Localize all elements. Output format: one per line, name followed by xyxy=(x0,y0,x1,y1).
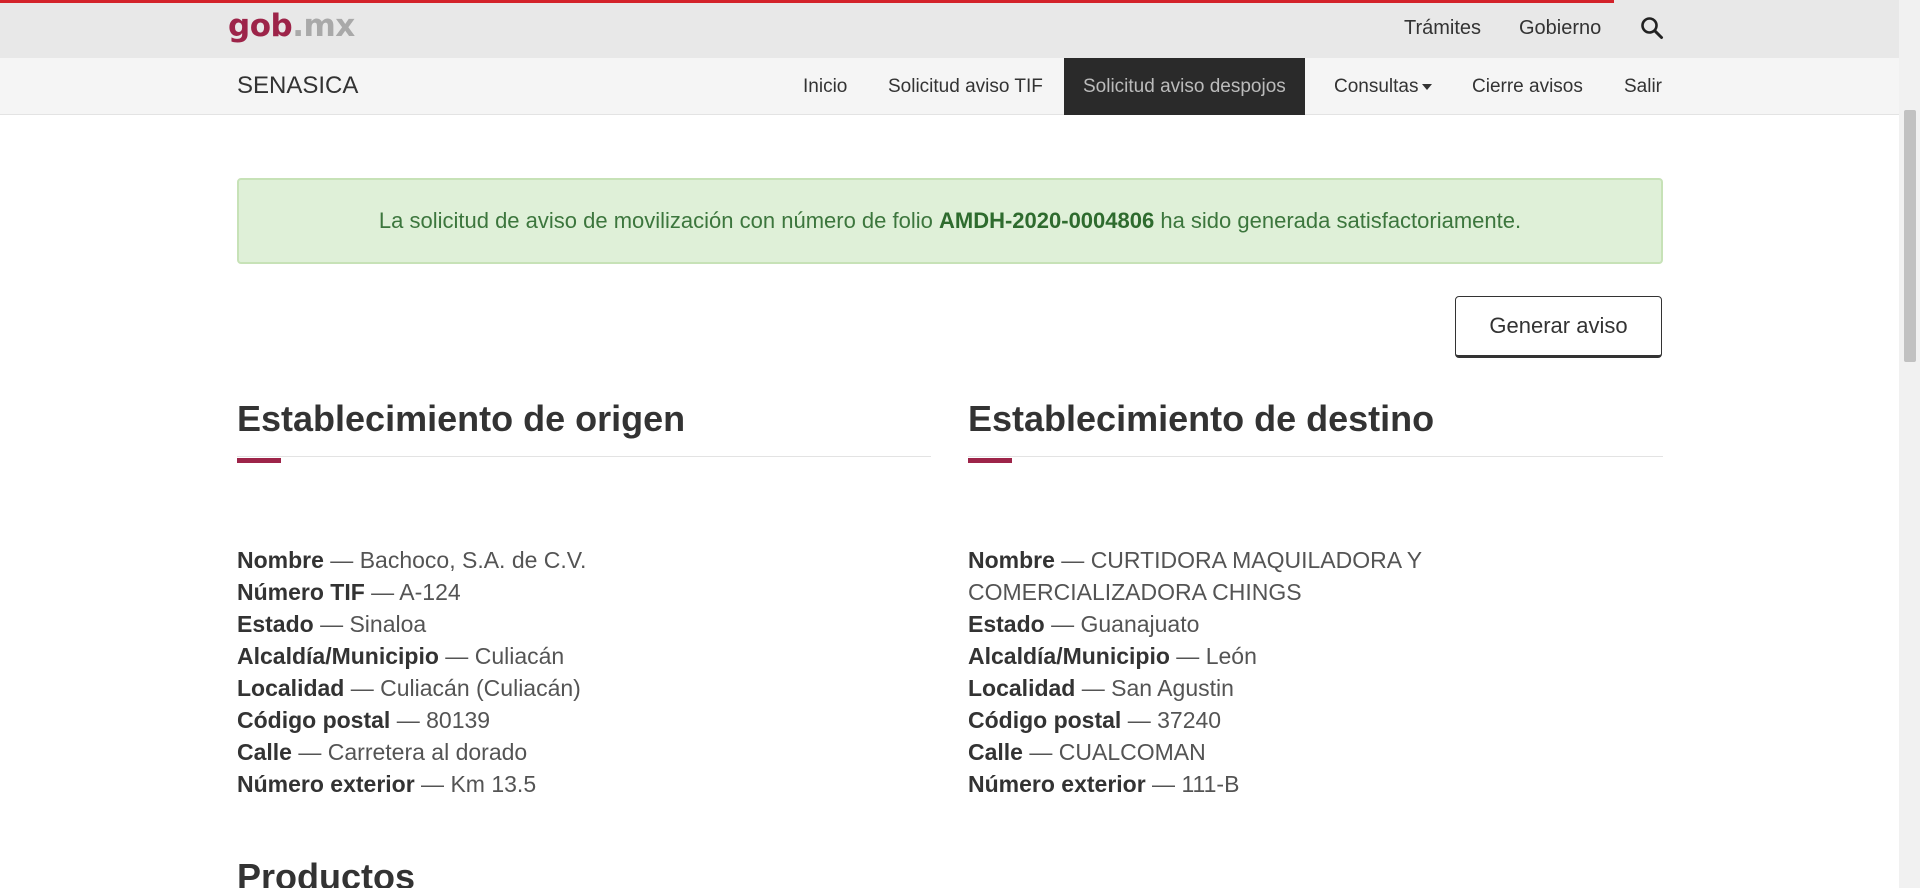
origin-section-title: Establecimiento de origen xyxy=(237,398,686,439)
main-navbar: SENASICA Inicio Solicitud aviso TIF Soli… xyxy=(0,58,1899,115)
origin-row-numero-tif: Número TIF — A-124 xyxy=(237,579,461,605)
scrollbar-thumb[interactable] xyxy=(1904,110,1916,362)
destination-row-codigo-postal: Código postal — 37240 xyxy=(968,707,1222,733)
brand-senasica[interactable]: SENASICA xyxy=(237,72,358,100)
nav-item-consultas[interactable]: Consultas xyxy=(1334,58,1432,115)
origin-row-nombre: Nombre — Bachoco, S.A. de C.V. xyxy=(237,547,587,573)
origin-row-localidad: Localidad — Culiacán (Culiacán) xyxy=(237,675,581,701)
alert-text-before: La solicitud de aviso de movilización co… xyxy=(378,208,939,233)
origin-accent-bar xyxy=(237,458,281,463)
origin-row-calle: Calle — Carretera al dorado xyxy=(237,739,528,765)
destination-row-estado: Estado — Guanajuato xyxy=(968,611,1200,637)
alert-text-after: ha sido generada satisfactoriamente. xyxy=(1154,208,1522,233)
nav-item-inicio[interactable]: Inicio xyxy=(803,58,847,115)
destination-row-numero-exterior: Número exterior — 111-B xyxy=(968,771,1240,797)
tramites-link[interactable]: Trámites xyxy=(1404,17,1481,40)
generar-aviso-button[interactable]: Generar aviso xyxy=(1455,296,1662,358)
origin-details: Nombre — Bachoco, S.A. de C.V. Número TI… xyxy=(237,544,927,800)
products-section-title: Productos xyxy=(237,856,416,888)
origin-row-numero-exterior: Número exterior — Km 13.5 xyxy=(237,771,537,797)
nav-item-salir[interactable]: Salir xyxy=(1624,58,1662,115)
caret-down-icon xyxy=(1421,83,1432,90)
gob-mx-logo[interactable]: gob.mx xyxy=(228,8,355,44)
origin-divider xyxy=(237,456,931,457)
destination-row-nombre: Nombre — CURTIDORA MAQUILADORA Y COMERCI… xyxy=(968,547,1422,605)
nav-item-solicitud-aviso-tif[interactable]: Solicitud aviso TIF xyxy=(888,58,1043,115)
success-alert: La solicitud de aviso de movilización co… xyxy=(237,178,1663,264)
gob-header: gob.mx Trámites Gobierno xyxy=(0,0,1899,58)
destination-row-calle: Calle — CUALCOMAN xyxy=(968,739,1206,765)
destination-divider xyxy=(968,456,1663,457)
consultas-label: Consultas xyxy=(1334,76,1419,97)
search-icon[interactable] xyxy=(1640,16,1664,40)
gobierno-link[interactable]: Gobierno xyxy=(1519,17,1601,40)
destination-section-title: Establecimiento de destino xyxy=(968,398,1435,439)
destination-details: Nombre — CURTIDORA MAQUILADORA Y COMERCI… xyxy=(968,544,1628,800)
destination-accent-bar xyxy=(968,458,1012,463)
page-load-progress xyxy=(0,0,1614,3)
destination-row-municipio: Alcaldía/Municipio — León xyxy=(968,643,1257,669)
origin-row-estado: Estado — Sinaloa xyxy=(237,611,427,637)
origin-row-codigo-postal: Código postal — 80139 xyxy=(237,707,491,733)
page-scrollbar[interactable] xyxy=(1899,0,1920,888)
origin-row-municipio: Alcaldía/Municipio — Culiacán xyxy=(237,643,565,669)
destination-row-localidad: Localidad — San Agustin xyxy=(968,675,1234,701)
nav-item-cierre-avisos[interactable]: Cierre avisos xyxy=(1472,58,1583,115)
nav-item-solicitud-aviso-despojos[interactable]: Solicitud aviso despojos xyxy=(1064,58,1305,115)
folio-number: AMDH-2020-0004806 xyxy=(938,208,1155,233)
